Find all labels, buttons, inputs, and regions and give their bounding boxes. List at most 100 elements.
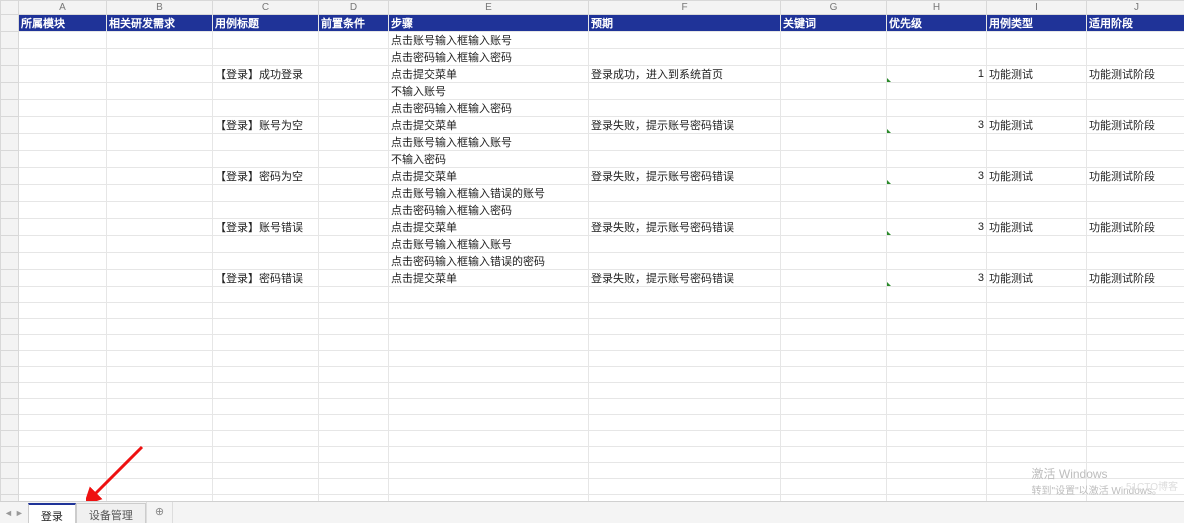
cell-expect[interactable]: 登录失败，提示账号密码错误 [589, 219, 781, 236]
cell[interactable] [107, 117, 213, 134]
cell[interactable] [107, 399, 213, 415]
cell[interactable] [781, 383, 887, 399]
cell-expect[interactable] [589, 83, 781, 100]
cell[interactable] [1087, 415, 1184, 431]
cell[interactable] [589, 383, 781, 399]
cell-type[interactable]: 功能测试 [987, 117, 1087, 134]
cell[interactable] [319, 463, 389, 479]
row-header[interactable] [1, 287, 19, 303]
cell[interactable] [987, 319, 1087, 335]
cell-stage[interactable]: 功能测试阶段 [1087, 117, 1184, 134]
cell[interactable] [319, 351, 389, 367]
cell[interactable] [781, 151, 887, 168]
col-header-F[interactable]: F [589, 1, 781, 15]
spreadsheet-area[interactable]: ABCDEFGHIJK所属模块相关研发需求用例标题前置条件步骤预期关键词优先级用… [0, 0, 1184, 501]
cell[interactable] [19, 351, 107, 367]
cell[interactable] [107, 185, 213, 202]
cell-priority[interactable] [887, 236, 987, 253]
row-header[interactable] [1, 479, 19, 495]
header-cell-G[interactable]: 关键词 [781, 15, 887, 32]
cell[interactable] [19, 236, 107, 253]
cell[interactable] [107, 270, 213, 287]
cell-title[interactable] [213, 236, 319, 253]
cell[interactable] [389, 399, 589, 415]
cell[interactable] [589, 367, 781, 383]
cell[interactable] [781, 66, 887, 83]
cell[interactable] [19, 117, 107, 134]
cell[interactable] [319, 100, 389, 117]
cell-step[interactable]: 不输入密码 [389, 151, 589, 168]
cell[interactable] [781, 134, 887, 151]
add-sheet-button[interactable]: ⊕ [146, 502, 173, 523]
cell-step[interactable]: 点击提交菜单 [389, 168, 589, 185]
cell[interactable] [19, 319, 107, 335]
row-header[interactable] [1, 134, 19, 151]
cell[interactable] [107, 202, 213, 219]
corner-cell[interactable] [1, 1, 19, 15]
cell[interactable] [319, 303, 389, 319]
cell-stage[interactable]: 功能测试阶段 [1087, 270, 1184, 287]
cell[interactable] [19, 202, 107, 219]
cell-expect[interactable] [589, 236, 781, 253]
cell[interactable] [107, 83, 213, 100]
cell[interactable] [319, 236, 389, 253]
cell[interactable] [781, 479, 887, 495]
cell[interactable] [389, 367, 589, 383]
cell[interactable] [319, 219, 389, 236]
cell-expect[interactable] [589, 134, 781, 151]
cell-expect[interactable]: 登录失败，提示账号密码错误 [589, 117, 781, 134]
cell[interactable] [589, 287, 781, 303]
cell[interactable] [987, 351, 1087, 367]
cell[interactable] [987, 431, 1087, 447]
cell[interactable] [319, 287, 389, 303]
cell-title[interactable] [213, 83, 319, 100]
cell[interactable] [781, 202, 887, 219]
cell-title[interactable]: 【登录】账号为空 [213, 117, 319, 134]
cell[interactable] [319, 383, 389, 399]
cell-type[interactable] [987, 202, 1087, 219]
cell[interactable] [107, 253, 213, 270]
cell[interactable] [319, 151, 389, 168]
header-cell-E[interactable]: 步骤 [389, 15, 589, 32]
cell-step[interactable]: 点击密码输入框输入密码 [389, 49, 589, 66]
cell-type[interactable]: 功能测试 [987, 168, 1087, 185]
cell[interactable] [213, 431, 319, 447]
cell-priority[interactable]: 1 [887, 66, 987, 83]
cell-type[interactable] [987, 185, 1087, 202]
cell[interactable] [213, 303, 319, 319]
row-header[interactable] [1, 236, 19, 253]
cell[interactable] [589, 479, 781, 495]
cell[interactable] [887, 335, 987, 351]
cell[interactable] [781, 399, 887, 415]
cell[interactable] [319, 32, 389, 49]
cell-expect[interactable]: 登录成功，进入到系统首页 [589, 66, 781, 83]
cell-expect[interactable] [589, 49, 781, 66]
row-header[interactable] [1, 383, 19, 399]
sheet-tab-login[interactable]: 登录 [28, 503, 76, 523]
cell[interactable] [319, 335, 389, 351]
cell-title[interactable] [213, 100, 319, 117]
sheet-tab-device[interactable]: 设备管理 [76, 503, 146, 523]
cell[interactable] [319, 415, 389, 431]
cell-step[interactable]: 点击账号输入框输入账号 [389, 236, 589, 253]
cell[interactable] [1087, 351, 1184, 367]
cell[interactable] [107, 151, 213, 168]
cell[interactable] [213, 351, 319, 367]
cell-title[interactable] [213, 32, 319, 49]
cell-priority[interactable] [887, 202, 987, 219]
tab-nav-next-icon[interactable]: ► [15, 508, 24, 518]
cell[interactable] [887, 431, 987, 447]
cell[interactable] [589, 399, 781, 415]
row-header[interactable] [1, 219, 19, 236]
cell-step[interactable]: 点击提交菜单 [389, 219, 589, 236]
cell[interactable] [887, 463, 987, 479]
cell[interactable] [887, 367, 987, 383]
cell-type[interactable] [987, 83, 1087, 100]
cell-title[interactable]: 【登录】密码为空 [213, 168, 319, 185]
cell[interactable] [19, 415, 107, 431]
cell[interactable] [319, 134, 389, 151]
cell[interactable] [389, 447, 589, 463]
cell[interactable] [19, 431, 107, 447]
cell[interactable] [19, 367, 107, 383]
cell-expect[interactable]: 登录失败，提示账号密码错误 [589, 168, 781, 185]
